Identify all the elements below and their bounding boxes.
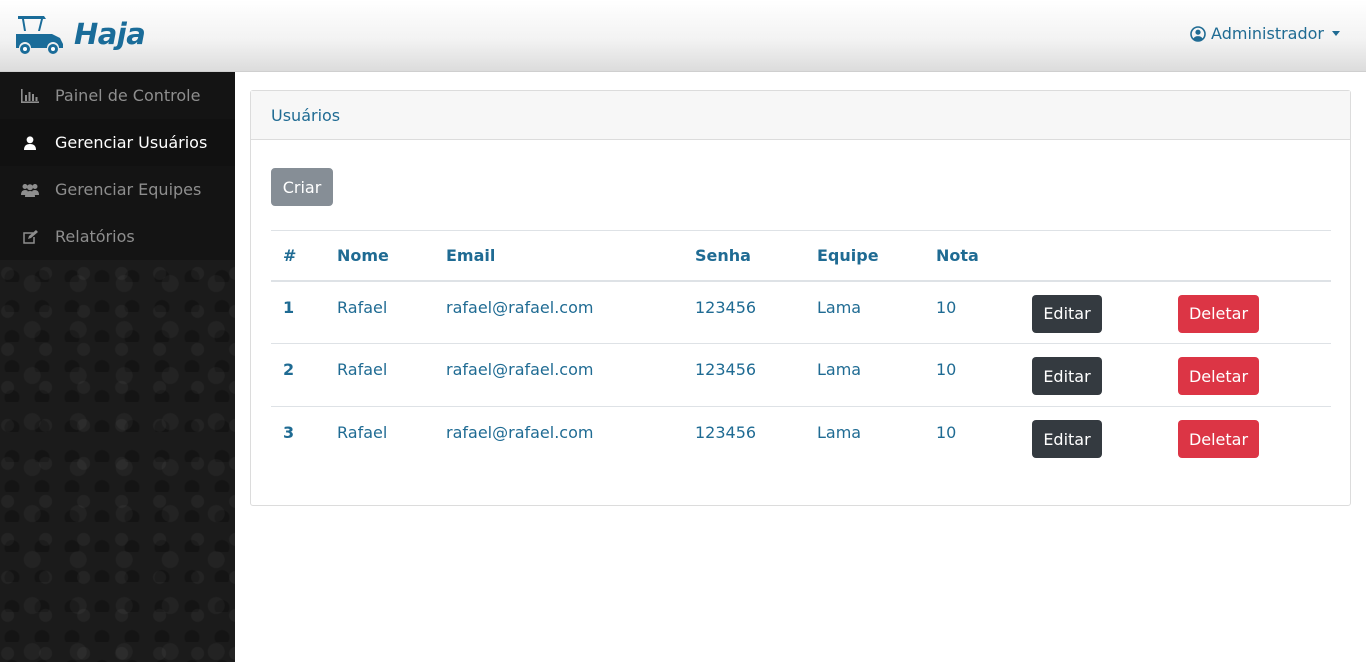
delete-button[interactable]: Deletar	[1178, 294, 1259, 333]
users-card: Usuários Criar # Nome Email Senha Equipe…	[250, 90, 1351, 506]
cell-grade: 10	[936, 423, 957, 442]
column-header-edit	[1020, 230, 1166, 282]
cell-name: Rafael	[325, 280, 434, 344]
cell-team: Lama	[805, 280, 924, 344]
delete-button[interactable]: Deletar	[1178, 357, 1259, 395]
sidebar-item-reports[interactable]: Relatórios	[0, 213, 235, 260]
table-row: 2 Rafael rafael@rafael.com 123456 Lama 1…	[271, 343, 1331, 407]
user-icon	[21, 135, 39, 151]
column-header-email: Email	[434, 230, 683, 282]
sidebar-menu: Painel de Controle Gerenciar Usuários Ge…	[0, 72, 235, 260]
cell-name: Rafael	[325, 343, 434, 407]
edit-icon	[21, 229, 39, 245]
delete-button[interactable]: Deletar	[1178, 420, 1259, 458]
card-header: Usuários	[251, 91, 1350, 140]
cell-delete: Deletar	[1166, 343, 1331, 407]
table-row: 3 Rafael rafael@rafael.com 123456 Lama 1…	[271, 407, 1331, 470]
cell-name: Rafael	[337, 423, 388, 442]
cell-grade: 10	[924, 280, 1020, 344]
cell-id: 2	[271, 343, 325, 407]
sidebar-item-label: Gerenciar Usuários	[55, 133, 208, 152]
column-header-team: Equipe	[805, 230, 924, 282]
edit-button[interactable]: Editar	[1032, 294, 1102, 333]
chevron-down-icon	[1332, 31, 1340, 36]
cell-id: 1	[271, 280, 325, 344]
edit-button[interactable]: Editar	[1032, 357, 1102, 395]
column-header-id: #	[271, 230, 325, 282]
cell-edit: Editar	[1020, 343, 1166, 407]
user-menu-label: Administrador	[1211, 24, 1324, 43]
users-table: # Nome Email Senha Equipe Nota 1 Rafael …	[271, 230, 1331, 470]
edit-button[interactable]: Editar	[1032, 420, 1102, 458]
cell-password: 123456	[695, 423, 757, 442]
cell-edit: Editar	[1020, 280, 1166, 344]
column-header-name: Nome	[325, 230, 434, 282]
sidebar: Painel de Controle Gerenciar Usuários Ge…	[0, 72, 235, 662]
cell-team: Lama	[817, 423, 862, 442]
cell-edit: Editar	[1020, 407, 1166, 470]
cell-id: 3	[283, 423, 295, 442]
golf-cart-icon	[16, 16, 63, 54]
cell-grade: 10	[924, 343, 1020, 407]
bar-chart-icon	[21, 88, 39, 104]
sidebar-item-label: Gerenciar Equipes	[55, 180, 202, 199]
sidebar-item-label: Painel de Controle	[55, 86, 201, 105]
table-row: 1 Rafael rafael@rafael.com 123456 Lama 1…	[271, 280, 1331, 344]
cell-password: 123456	[683, 280, 805, 344]
cell-password: 123456	[683, 343, 805, 407]
cell-delete: Deletar	[1166, 407, 1331, 470]
cell-email: rafael@rafael.com	[434, 343, 683, 407]
users-icon	[21, 182, 39, 198]
brand-name: Haja	[74, 17, 146, 51]
cell-delete: Deletar	[1166, 280, 1331, 344]
cell-team: Lama	[805, 343, 924, 407]
sidebar-item-users[interactable]: Gerenciar Usuários	[0, 119, 235, 166]
column-header-grade: Nota	[924, 230, 1020, 282]
sidebar-item-teams[interactable]: Gerenciar Equipes	[0, 166, 235, 213]
card-title: Usuários	[271, 105, 341, 125]
table-header-row: # Nome Email Senha Equipe Nota	[271, 230, 1331, 282]
brand-logo[interactable]: Haja	[14, 12, 146, 56]
sidebar-item-label: Relatórios	[55, 227, 135, 246]
create-button[interactable]: Criar	[271, 168, 333, 206]
column-header-delete	[1166, 230, 1331, 282]
cell-email: rafael@rafael.com	[434, 280, 683, 344]
cell-email: rafael@rafael.com	[446, 423, 594, 442]
user-menu-dropdown[interactable]: Administrador	[1190, 24, 1340, 43]
top-navbar: Haja Administrador	[0, 0, 1366, 72]
sidebar-item-dashboard[interactable]: Painel de Controle	[0, 72, 235, 119]
user-circle-icon	[1190, 25, 1206, 42]
column-header-password: Senha	[683, 230, 805, 282]
